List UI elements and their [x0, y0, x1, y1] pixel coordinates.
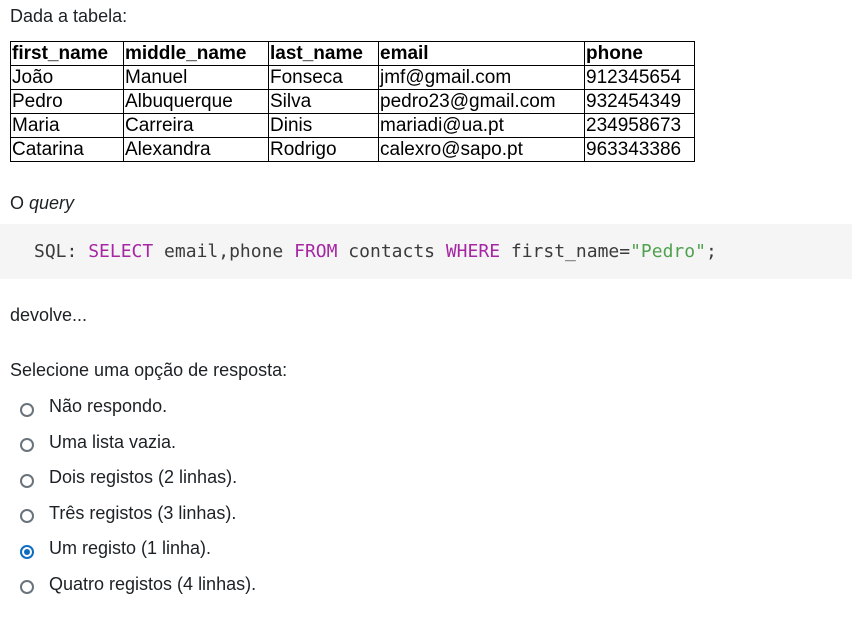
table-cell: Pedro [10, 89, 124, 114]
table-cell: Silva [268, 89, 379, 114]
table-cell: Alexandra [123, 137, 269, 162]
answer-option[interactable]: Uma lista vazia. [20, 429, 256, 456]
code-keyword-from: FROM [294, 241, 338, 262]
column-header: phone [584, 41, 695, 66]
table-row: Pedro Albuquerque Silva pedro23@gmail.co… [10, 89, 695, 114]
table-cell: Carreira [123, 113, 269, 138]
column-header: middle_name [123, 41, 269, 66]
radio-button-icon[interactable] [20, 509, 34, 523]
code-table: contacts [337, 241, 446, 262]
table-row: João Manuel Fonseca jmf@gmail.com 912345… [10, 65, 695, 90]
table-cell: Rodrigo [268, 137, 379, 162]
table-cell: pedro23@gmail.com [378, 89, 585, 114]
table-cell: 912345654 [584, 65, 695, 90]
column-header: email [378, 41, 585, 66]
answer-prompt: Selecione uma opção de resposta: [10, 360, 288, 380]
answer-option-label: Três registos (3 linhas). [49, 502, 237, 523]
intro-text: Dada a tabela: [10, 6, 128, 26]
code-columns: email,phone [153, 241, 295, 262]
radio-button-icon[interactable] [20, 580, 34, 594]
query-label: O query [10, 193, 74, 214]
answer-option-label: Não respondo. [49, 396, 168, 416]
table-cell: Manuel [123, 65, 269, 90]
answer-option[interactable]: Quatro registos (4 linhas). [20, 571, 256, 598]
answer-option[interactable]: Não respondo. [20, 393, 256, 420]
code-prefix: SQL: [34, 241, 89, 262]
table-cell: mariadi@ua.pt [378, 113, 585, 138]
code-string-value: "Pedro" [630, 241, 706, 262]
answer-option[interactable]: Três registos (3 linhas). [20, 500, 256, 527]
radio-button-checked-icon[interactable] [20, 544, 34, 559]
table-cell: João [10, 65, 124, 90]
table-cell: Catarina [10, 137, 124, 162]
table-cell: Albuquerque [123, 89, 269, 114]
table-cell: Dinis [268, 113, 379, 138]
sql-code-block: SQL: SELECT email,phone FROM contacts WH… [0, 224, 852, 279]
column-header: last_name [268, 41, 379, 66]
answer-options: Não respondo. Uma lista vazia. Dois regi… [20, 393, 256, 606]
query-label-prefix: O [10, 193, 30, 213]
table-row: Maria Carreira Dinis mariadi@ua.pt 23495… [10, 113, 695, 138]
table-header-row: first_name middle_name last_name email p… [10, 41, 695, 66]
code-keyword-where: WHERE [445, 241, 501, 262]
table-cell: calexro@sapo.pt [378, 137, 585, 162]
table-row: Catarina Alexandra Rodrigo calexro@sapo.… [10, 137, 695, 162]
code-end: ; [705, 241, 717, 262]
answer-option-label: Quatro registos (4 linhas). [49, 573, 257, 594]
table-cell: 932454349 [584, 89, 695, 114]
code-condition: first_name= [500, 241, 631, 262]
answer-option-label: Um registo (1 linha). [49, 538, 212, 558]
contacts-table: first_name middle_name last_name email p… [10, 41, 695, 162]
table-cell: Fonseca [268, 65, 379, 90]
code-keyword-select: SELECT [88, 241, 154, 262]
table-cell: 963343386 [584, 137, 695, 162]
column-header: first_name [10, 41, 124, 66]
answer-option-label: Dois registos (2 linhas). [49, 467, 238, 487]
answer-option-label: Uma lista vazia. [49, 431, 177, 452]
answer-option[interactable]: Um registo (1 linha). [20, 535, 256, 562]
after-text: devolve... [10, 305, 88, 325]
table-cell: jmf@gmail.com [378, 65, 585, 90]
radio-button-icon[interactable] [20, 473, 34, 488]
answer-option[interactable]: Dois registos (2 linhas). [20, 464, 256, 491]
table-cell: 234958673 [584, 113, 695, 138]
query-label-emphasis: query [29, 193, 75, 213]
radio-button-icon[interactable] [20, 402, 34, 417]
radio-button-icon[interactable] [20, 438, 34, 452]
table-cell: Maria [10, 113, 124, 138]
